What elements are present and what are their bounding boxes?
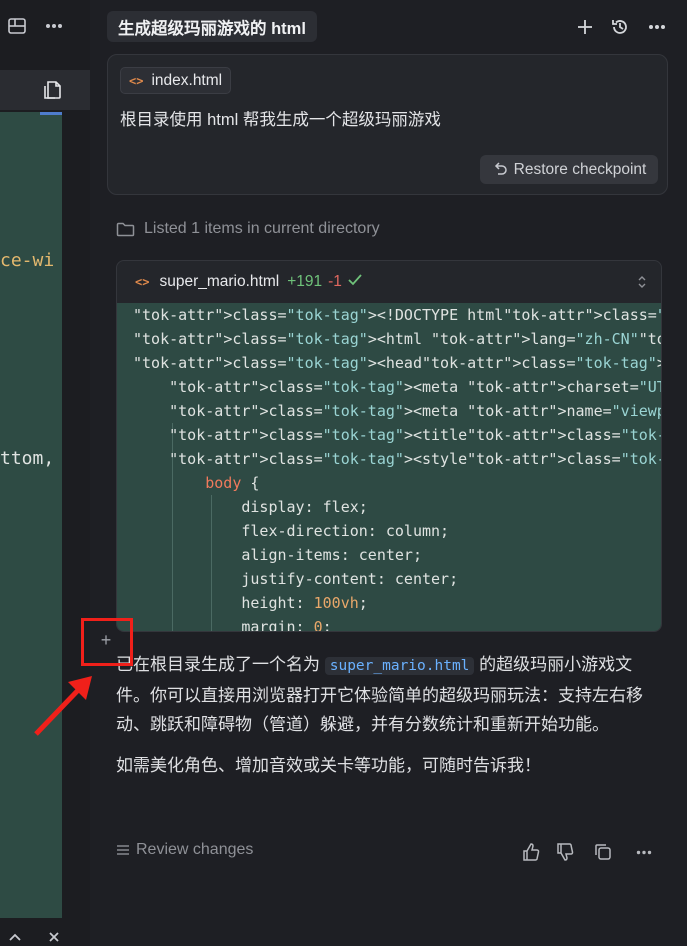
code-fragment: ce-wi xyxy=(0,250,55,271)
code-preview[interactable]: "tok-attr">class="tok-tag"><!DOCTYPE htm… xyxy=(117,303,661,632)
code-diff-header[interactable]: <> super_mario.html +191 -1 xyxy=(117,261,661,303)
annotation-arrow xyxy=(34,676,92,736)
left-status-bar xyxy=(0,918,90,946)
code-line: margin: 0; xyxy=(133,618,332,632)
lines-removed: -1 xyxy=(328,273,342,290)
code-fragment: ttom, xyxy=(0,448,55,469)
tool-activity-row[interactable]: Listed 1 items in current directory xyxy=(116,220,380,238)
thumbs-up-icon[interactable] xyxy=(520,841,542,863)
assistant-reply: 已在根目录生成了一个名为 super_mario.html 的超级玛丽小游戏文件… xyxy=(116,650,666,780)
code-line: body { xyxy=(205,474,260,492)
history-icon[interactable] xyxy=(608,15,632,39)
review-changes-button[interactable]: Review changes xyxy=(116,841,253,859)
attached-file-name: index.html xyxy=(151,71,223,89)
new-chat-icon[interactable] xyxy=(573,15,597,39)
code-line: "tok-attr">class="tok-tag"><head"tok-att… xyxy=(133,354,661,372)
code-line: "tok-attr">class="tok-tag"><style"tok-at… xyxy=(169,450,661,468)
thumbs-down-icon[interactable] xyxy=(554,841,576,863)
copy-file-icon[interactable] xyxy=(40,78,66,102)
editor-gutter xyxy=(62,112,90,918)
more-options-icon[interactable] xyxy=(645,15,669,39)
reply-paragraph: 已在根目录生成了一个名为 super_mario.html 的超级玛丽小游戏文件… xyxy=(116,650,666,739)
chevron-up-icon[interactable] xyxy=(6,928,24,946)
folder-icon xyxy=(116,221,135,237)
editor-tab-strip xyxy=(0,70,90,110)
code-line: display: flex; xyxy=(133,498,368,516)
attached-file-chip[interactable]: <> index.html xyxy=(120,67,232,94)
lines-added: +191 xyxy=(287,273,323,290)
more-options-icon[interactable] xyxy=(633,841,655,863)
code-line: "tok-attr">class="tok-tag"><title"tok-at… xyxy=(169,426,661,444)
editor-code-area[interactable]: ce-wi ttom, xyxy=(0,112,62,918)
left-toolbar xyxy=(0,0,90,52)
code-line: flex-direction: column; xyxy=(133,522,450,540)
code-file-icon: <> xyxy=(129,73,144,88)
restore-label: Restore checkpoint xyxy=(513,160,647,178)
code-file-icon: <> xyxy=(135,275,150,289)
code-line: align-items: center; xyxy=(133,546,422,564)
code-line: justify-content: center; xyxy=(133,570,459,588)
review-label: Review changes xyxy=(136,841,254,858)
check-icon xyxy=(348,273,362,291)
code-line: "tok-attr">class="tok-tag"><!DOCTYPE htm… xyxy=(133,306,661,324)
undo-icon xyxy=(492,161,508,178)
code-line: "tok-attr">class="tok-tag"><meta "tok-at… xyxy=(169,378,661,396)
restore-checkpoint-button[interactable]: Restore checkpoint xyxy=(480,155,658,184)
code-line: height: 100vh; xyxy=(133,594,368,612)
inline-code-filename[interactable]: super_mario.html xyxy=(324,657,475,675)
code-file-name: super_mario.html xyxy=(159,273,280,290)
copy-icon[interactable] xyxy=(592,841,614,863)
code-diff-card: <> super_mario.html +191 -1 "tok-attr">c… xyxy=(116,260,662,632)
chat-title: 生成超级玛丽游戏的 html xyxy=(107,11,317,42)
code-line: "tok-attr">class="tok-tag"><html "tok-at… xyxy=(133,330,661,348)
annotation-highlight-box xyxy=(81,618,133,666)
user-prompt: 根目录使用 html 帮我生成一个超级玛丽游戏 xyxy=(120,111,441,129)
code-line: "tok-attr">class="tok-tag"><meta "tok-at… xyxy=(169,402,661,420)
active-tab-indicator xyxy=(40,112,62,115)
tool-activity-label: Listed 1 items in current directory xyxy=(144,220,380,237)
reply-text: 已在根目录生成了一个名为 xyxy=(116,655,325,674)
reply-paragraph: 如需美化角色、增加音效或关卡等功能，可随时告诉我！ xyxy=(116,756,541,775)
list-icon xyxy=(116,844,130,856)
expand-collapse-icon[interactable] xyxy=(633,273,651,291)
more-options-icon[interactable] xyxy=(42,14,66,38)
close-icon[interactable] xyxy=(45,928,63,946)
layout-panel-icon[interactable] xyxy=(5,14,29,38)
